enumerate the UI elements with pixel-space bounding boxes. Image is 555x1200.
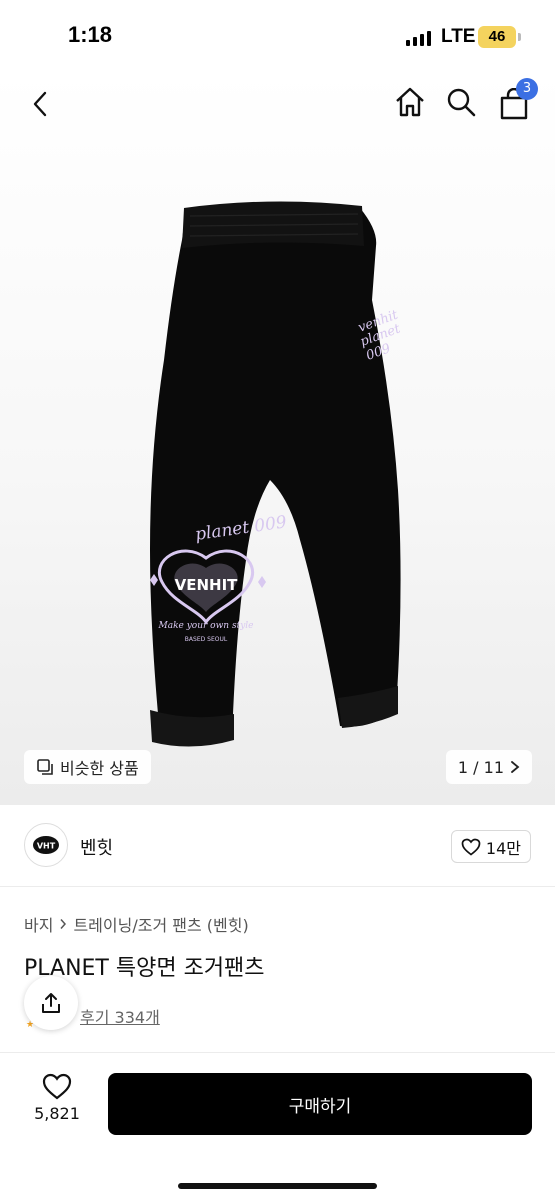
brand-like-button[interactable]: 14만 [450, 830, 531, 863]
battery-icon: 46 [478, 26, 516, 48]
home-button[interactable] [392, 84, 428, 120]
status-bar: 1:18 LTE 46 [0, 0, 555, 70]
buy-button[interactable]: 구매하기 [108, 1073, 532, 1135]
review-link[interactable]: 후기 334개 [80, 1004, 160, 1028]
knee-print-city: BASED SEOUL [185, 636, 228, 643]
chevron-right-icon [60, 919, 67, 929]
heart-icon [461, 838, 481, 856]
wishlist-button[interactable]: 5,821 [24, 1073, 90, 1133]
product-gallery[interactable]: venhit planet 009 planet 009 VENHIT Make… [0, 70, 555, 805]
wishlist-count: 5,821 [34, 1104, 80, 1123]
heart-icon [42, 1073, 72, 1100]
image-pager-button[interactable]: 1 / 11 [445, 750, 532, 784]
status-time: 1:18 [68, 22, 113, 47]
share-button[interactable] [24, 976, 78, 1030]
network-label: LTE [441, 26, 476, 47]
cart-count-badge: 3 [516, 78, 538, 100]
chevron-right-icon [511, 761, 520, 773]
brand-like-count: 14만 [485, 838, 521, 858]
breadcrumb: 바지 트레이닝/조거 팬츠 (벤힛) [24, 912, 249, 936]
search-button[interactable] [443, 84, 479, 120]
similar-products-label: 비슷한 상품 [60, 759, 139, 778]
search-icon [447, 88, 476, 117]
brand-logo-mark: VHT [33, 836, 59, 854]
chevron-left-icon [33, 91, 47, 117]
breadcrumb-subcategory[interactable]: 트레이닝/조거 팬츠 (벤힛) [73, 912, 248, 936]
similar-products-button[interactable]: 비슷한 상품 [24, 750, 151, 784]
battery-tip [518, 33, 521, 41]
home-indicator [178, 1183, 377, 1189]
knee-print-tagline: Make your own style [158, 621, 254, 631]
brand-name[interactable]: 벤힛 [80, 834, 113, 860]
product-image: venhit planet 009 planet 009 VENHIT Make… [150, 201, 403, 747]
home-icon [396, 87, 424, 117]
knee-print-heart: VENHIT [175, 576, 239, 594]
copy-icon [37, 759, 53, 775]
share-icon [42, 993, 60, 1013]
breadcrumb-category[interactable]: 바지 [24, 912, 53, 936]
brand-row: VHT 벤힛 14만 [0, 805, 555, 887]
back-button[interactable] [22, 86, 58, 122]
brand-logo[interactable]: VHT [24, 823, 68, 867]
signal-icon [406, 30, 431, 46]
image-page-indicator: 1 / 11 [457, 757, 504, 777]
cart-button[interactable]: 3 [494, 78, 538, 124]
brand-logo-text: VHT [37, 842, 56, 851]
bottom-action-bar: 5,821 구매하기 [0, 1052, 555, 1200]
